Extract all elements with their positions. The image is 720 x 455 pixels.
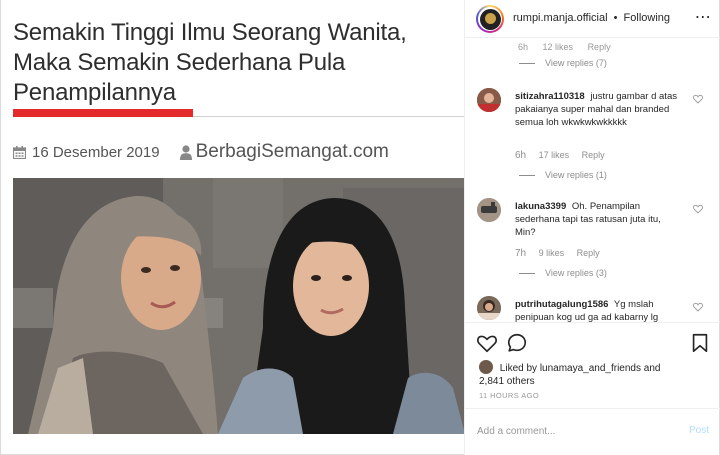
- comments-list[interactable]: 6h 12 likes Reply View replies (7) sitiz…: [465, 38, 720, 322]
- article-meta: 16 Desember 2019 BerbagiSemangat.com: [13, 141, 389, 163]
- calendar-icon: [13, 145, 26, 159]
- like-comment-heart-icon[interactable]: [693, 204, 703, 214]
- comment-username[interactable]: putrihutagalung1586: [515, 299, 608, 310]
- view-replies-button[interactable]: View replies (1): [519, 170, 607, 180]
- comment-composer: Post: [465, 408, 720, 455]
- liked-by-and: and: [643, 363, 661, 374]
- comments-sidebar: rumpi.manja.official • Following ⋯ 6h 12…: [464, 0, 720, 455]
- comment-username[interactable]: lakuna3399: [515, 201, 566, 212]
- headline-line-3: Penampilannya: [13, 79, 176, 106]
- comment-time: 7h: [515, 248, 527, 259]
- liked-by-others[interactable]: 2,841 others: [479, 376, 535, 387]
- following-button[interactable]: Following: [624, 12, 670, 24]
- bookmark-icon[interactable]: [689, 332, 711, 354]
- comment-likes[interactable]: 9 likes: [539, 248, 565, 258]
- comment-text: sitizahra110318 justru gambar d atas pak…: [515, 90, 683, 129]
- comment-text: lakuna3399 Oh. Penampilan sederhana tapi…: [515, 200, 683, 239]
- post-header: rumpi.manja.official • Following ⋯: [465, 0, 720, 38]
- comment-likes[interactable]: 12 likes: [543, 42, 574, 52]
- liked-by-prefix: Liked by: [499, 363, 538, 374]
- article-photo: [13, 178, 464, 434]
- headline-line-1: Semakin Tinggi Ilmu Seorang Wanita,: [13, 19, 407, 46]
- reply-button[interactable]: Reply: [582, 150, 605, 160]
- comment-likes[interactable]: 17 likes: [539, 150, 570, 160]
- like-heart-icon[interactable]: [476, 332, 498, 354]
- comment-text: putrihutagalung1586 Yg mslah penipuan ko…: [515, 298, 683, 322]
- liked-by-user[interactable]: lunamaya_and_friends: [540, 363, 641, 374]
- article-site: BerbagiSemangat.com: [195, 141, 389, 162]
- post-comment-button[interactable]: Post: [689, 425, 709, 436]
- header-username[interactable]: rumpi.manja.official: [513, 12, 608, 24]
- headline-accent-bar: [13, 109, 193, 117]
- reply-button[interactable]: Reply: [588, 42, 611, 52]
- liked-by-summary: Liked by lunamaya_and_friends and 2,841 …: [479, 360, 709, 388]
- headline-line-2: Maka Semakin Sederhana Pula: [13, 49, 346, 76]
- like-comment-heart-icon[interactable]: [693, 302, 703, 312]
- commenter-avatar[interactable]: [477, 296, 501, 320]
- article-date: 16 Desember 2019: [32, 143, 160, 161]
- post-media: Semakin Tinggi Ilmu Seorang Wanita, Maka…: [0, 0, 464, 455]
- comment-meta: 6h 17 likes Reply: [515, 150, 605, 161]
- header-user: rumpi.manja.official • Following: [513, 12, 670, 24]
- liker-avatar[interactable]: [479, 360, 493, 374]
- comment-cut-meta: 6h 12 likes Reply: [518, 42, 623, 52]
- user-icon: [179, 144, 192, 160]
- comment-time: 6h: [518, 42, 529, 52]
- comment-username[interactable]: sitizahra110318: [515, 91, 585, 102]
- reply-button[interactable]: Reply: [577, 248, 600, 258]
- comment-time: 6h: [515, 150, 527, 161]
- comment-bubble-icon[interactable]: [506, 332, 528, 354]
- header-separator: •: [613, 12, 618, 24]
- post-timestamp: 11 HOURS AGO: [479, 391, 540, 400]
- view-replies-button[interactable]: View replies (3): [519, 268, 607, 278]
- commenter-avatar[interactable]: [477, 88, 501, 112]
- add-comment-input[interactable]: [477, 423, 667, 439]
- commenter-avatar[interactable]: [477, 198, 501, 222]
- like-comment-heart-icon[interactable]: [693, 94, 703, 104]
- comment-meta: 7h 9 likes Reply: [515, 248, 600, 259]
- article-headline: Semakin Tinggi Ilmu Seorang Wanita, Maka…: [13, 18, 463, 108]
- view-replies-button[interactable]: View replies (7): [519, 58, 607, 68]
- profile-avatar[interactable]: [476, 5, 504, 33]
- more-options-icon[interactable]: ⋯: [695, 9, 711, 26]
- headline-divider: [193, 116, 464, 117]
